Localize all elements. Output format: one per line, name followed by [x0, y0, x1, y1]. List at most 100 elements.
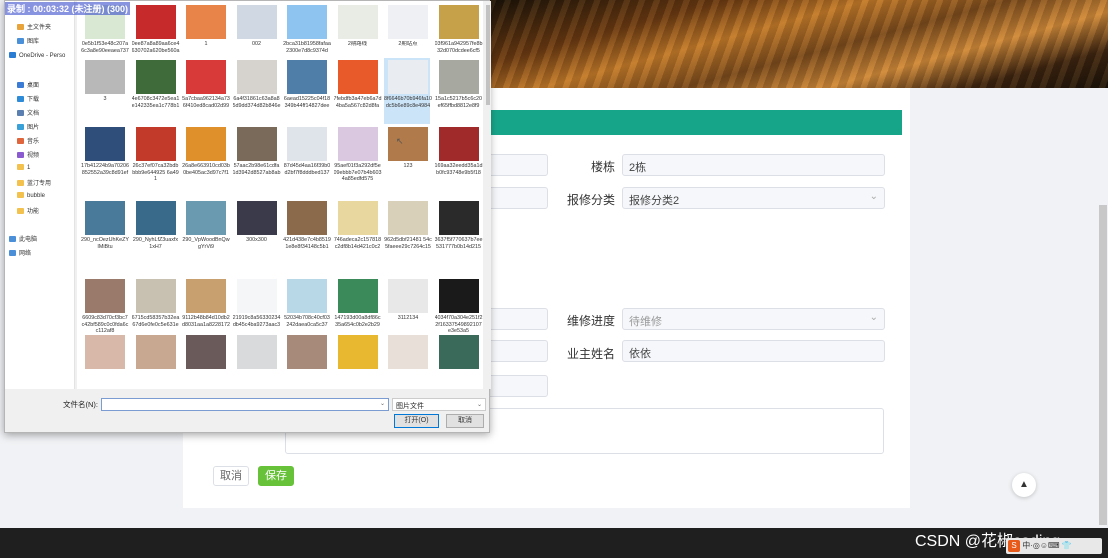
nav-item-label: 图库	[27, 39, 40, 45]
file-item[interactable]: 15a1c5217b5c6c20ef65ffbd8812e8f9	[435, 58, 482, 124]
chevron-down-icon: ⌄	[869, 312, 878, 323]
file-item[interactable]	[182, 333, 228, 389]
category-select[interactable]: 报修分类2 ⌄	[622, 187, 885, 209]
file-item[interactable]: 4e6708c3472e5ea1e142335ea1c778b1	[131, 58, 180, 124]
file-item[interactable]: 5a7cbaa962134a736f410ed8cad02d99	[182, 58, 230, 124]
file-item[interactable]: 123	[384, 125, 430, 191]
dialog-cancel-button[interactable]: 取消	[446, 414, 484, 428]
back-to-top-button[interactable]: ▲	[1012, 473, 1036, 497]
file-item[interactable]	[384, 333, 430, 389]
file-item[interactable]: 746adeca2c157818c2df8b14d421c0c2	[334, 199, 381, 265]
file-name: 4034f70a304e251f22f16337549892107e3e53a5	[434, 315, 483, 335]
file-item[interactable]: 6aead15225c04f18349b44ff14827dee	[283, 58, 330, 124]
cancel-button[interactable]: 取消	[213, 466, 249, 486]
file-name: 4e6708c3472e5ea1e142335ea1c778b1	[131, 96, 180, 109]
file-item[interactable]: 8f6646b70b946fa10dc5b6e89c8e4984	[384, 58, 432, 124]
nav-item-label: 图片	[27, 125, 40, 131]
home-icon	[17, 24, 24, 30]
file-thumbnail	[135, 60, 176, 94]
save-button[interactable]: 保存	[258, 466, 294, 486]
file-item[interactable]: 57aac2b98e61cdfa1d3942d8527ab8ab	[233, 125, 280, 191]
nav-item[interactable]: 图库	[17, 36, 39, 45]
file-item[interactable]: 962d5dbf21481 54c5faeee29c7264c15	[384, 199, 432, 265]
file-item[interactable]: 17b41224b9a70206852552a39c8d91ef	[81, 125, 129, 191]
nav-item[interactable]: 主文件夹	[17, 22, 51, 31]
nav-item[interactable]: 下载⊸	[17, 94, 39, 103]
nav-item[interactable]: 桌面⊸	[17, 80, 39, 89]
tray-icons: 中·◎☺⌨ 👕	[1022, 541, 1072, 550]
file-thumbnail	[287, 127, 327, 161]
nav-item[interactable]: 蓝汀专用	[17, 178, 51, 187]
file-item[interactable]: 169aa32eedd35a1db0fc93748e9b5f18	[435, 125, 482, 191]
file-name: 0e5b1f53e48c207a6c3a8e90eeaea737	[81, 41, 129, 54]
file-thumbnail	[135, 127, 176, 161]
category-value: 报修分类2	[629, 195, 680, 207]
file-thumbnail	[236, 201, 277, 235]
page-scrollbar[interactable]	[1099, 205, 1107, 525]
file-item[interactable]: 6a4f31861c63a8a85d9dd374d82b846e	[233, 58, 280, 124]
file-item[interactable]: 290_ncOezUhKeZYIMiBtu	[81, 199, 129, 265]
nav-item[interactable]: 此电脑	[9, 234, 37, 243]
gallery-icon	[17, 38, 24, 44]
nav-item-label: 蓝汀专用	[27, 181, 52, 187]
file-name: 3112134	[397, 315, 419, 321]
file-item[interactable]: 300x300	[233, 199, 279, 265]
file-open-dialog: 主文件夹图库 OneDrive - Perso 桌面⊸ 下载⊸ 文档⊸ 图片⊸ 音乐⊸ 视频⊸…	[4, 0, 491, 433]
file-item[interactable]: 95aef01f3a292df5e09ebbb7e07b4b6034a85edf…	[334, 125, 381, 191]
nav-item[interactable]: 网络	[9, 248, 31, 257]
file-name: 290_NyhLfZ3uaxfx1xH7	[132, 237, 179, 250]
file-item[interactable]: 290_NyhLfZ3uaxfx1xH7	[132, 199, 178, 265]
file-thumbnail	[135, 279, 176, 313]
file-thumbnail	[438, 335, 479, 369]
file-name: 2期站点	[398, 41, 418, 47]
nav-item[interactable]: OneDrive - Perso	[9, 52, 65, 59]
nav-item[interactable]: 1	[17, 164, 30, 171]
file-thumbnail	[438, 5, 479, 39]
ime-icon[interactable]: S	[1008, 540, 1020, 552]
file-thumbnail	[337, 201, 378, 235]
dialog-scrollbar[interactable]	[485, 1, 491, 389]
owner-input[interactable]: 依依	[622, 340, 885, 362]
file-item[interactable]: 421d438e7c4b85191e8e8f34148c5b1	[283, 199, 331, 265]
file-item[interactable]	[283, 333, 329, 389]
nav-item-label: 主文件夹	[27, 25, 52, 31]
nav-item-label: OneDrive - Perso	[19, 53, 66, 59]
file-item[interactable]	[435, 333, 481, 389]
open-button[interactable]: 打开(O)	[394, 414, 439, 428]
file-item[interactable]: 3637f5f770637b7ee531777b0b14d215	[435, 199, 482, 265]
nav-item[interactable]: 功能	[17, 206, 39, 215]
folder-icon	[17, 192, 24, 198]
file-item[interactable]	[81, 333, 127, 389]
filetype-select[interactable]: 图片文件 ⌄	[392, 398, 486, 411]
file-thumbnail	[287, 201, 327, 235]
file-item[interactable]	[132, 333, 178, 389]
file-thumbnail	[135, 201, 176, 235]
file-thumbnail	[186, 60, 226, 94]
progress-select[interactable]: 待维修 ⌄	[622, 308, 885, 330]
nav-item[interactable]: 音乐⊸	[17, 136, 39, 145]
filename-input[interactable]: ⌄	[101, 398, 389, 411]
file-item[interactable]: 26a8e663910cd03b0be405ac3d97c7f1	[182, 125, 230, 191]
file-name: 6609c83d70cf3bc7c42bf589c0c0fda6cc112af8	[81, 315, 129, 335]
file-thumbnail	[85, 60, 125, 94]
building-label: 楼栋	[590, 160, 615, 174]
file-item[interactable]: 26c37ef07ca32bdbbbb9e644925 6a491	[132, 125, 179, 191]
file-item[interactable]: 7febdfb3a47eb6a7d4ba5a567c82d8fa	[333, 58, 382, 124]
file-item[interactable]: 3	[81, 58, 127, 124]
file-name: 147193d00a8df86c35a654c0b2e2b29	[334, 315, 381, 328]
file-item[interactable]: 87d45d4aa16f39b0d2bf7f8dddbed137	[283, 125, 330, 191]
nav-item[interactable]: bubble	[17, 192, 45, 199]
nav-item[interactable]: 图片⊸	[17, 122, 39, 131]
file-item[interactable]	[233, 333, 279, 389]
file-item[interactable]: 290_VpWoodBnQwgYrVi9	[182, 199, 230, 265]
nav-item[interactable]: 视频⊸	[17, 150, 39, 159]
chevron-down-icon[interactable]: ⌄	[380, 400, 385, 407]
file-name: 8f6646b70b946fa10dc5b6e89c8e4984	[384, 96, 432, 109]
building-input[interactable]: 2栋	[622, 154, 885, 176]
file-name: 7febdfb3a47eb6a7d4ba5a567c82d8fa	[333, 96, 382, 109]
file-name: 52034b708c40cf03242daea0ca5c37	[284, 315, 330, 328]
documents-icon	[17, 110, 24, 116]
nav-item[interactable]: 文档⊸	[17, 108, 39, 117]
dialog-scrollbar-thumb[interactable]	[486, 5, 490, 105]
file-item[interactable]	[334, 333, 380, 389]
